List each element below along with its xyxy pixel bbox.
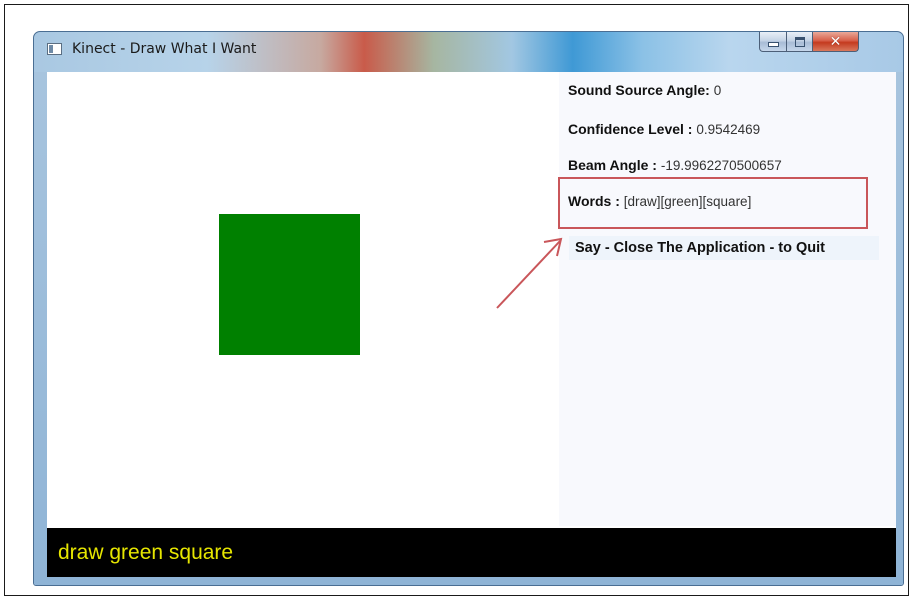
drawn-shape-square	[219, 214, 360, 355]
window-title: Kinect - Draw What I Want	[72, 41, 257, 57]
client-area: Sound Source Angle: 0 Confidence Level :…	[47, 72, 896, 577]
words-value: [draw][green][square]	[623, 194, 752, 209]
info-panel: Sound Source Angle: 0 Confidence Level :…	[559, 72, 896, 526]
recognized-speech-bar: draw green square	[47, 528, 896, 577]
confidence-level-label: Confidence Level :	[568, 121, 693, 137]
close-button[interactable]: ✕	[813, 32, 859, 52]
sound-source-angle-value: 0	[713, 83, 722, 98]
beam-angle-row: Beam Angle : -19.9962270500657	[568, 157, 782, 173]
words-row: Words : [draw][green][square]	[568, 193, 751, 209]
maximize-button[interactable]	[787, 32, 813, 52]
caption-buttons: ✕	[759, 32, 859, 53]
drawing-canvas	[47, 72, 559, 526]
words-label: Words :	[568, 193, 620, 209]
title-bar[interactable]: Kinect - Draw What I Want ✕	[34, 32, 903, 70]
beam-angle-value: -19.9962270500657	[660, 158, 782, 173]
close-icon: ✕	[829, 33, 842, 50]
app-window: Kinect - Draw What I Want ✕ Sound Source…	[33, 31, 904, 586]
minimize-icon	[767, 42, 779, 47]
recognized-speech-text: draw green square	[58, 541, 234, 564]
beam-angle-label: Beam Angle :	[568, 157, 657, 173]
maximize-icon	[794, 36, 805, 47]
app-window-icon[interactable]	[47, 43, 62, 55]
confidence-level-row: Confidence Level : 0.9542469	[568, 121, 760, 137]
minimize-button[interactable]	[759, 32, 787, 52]
confidence-level-value: 0.9542469	[696, 122, 761, 137]
quit-instruction: Say - Close The Application - to Quit	[569, 236, 879, 260]
sound-source-angle-label: Sound Source Angle:	[568, 82, 710, 98]
sound-source-angle-row: Sound Source Angle: 0	[568, 82, 721, 98]
